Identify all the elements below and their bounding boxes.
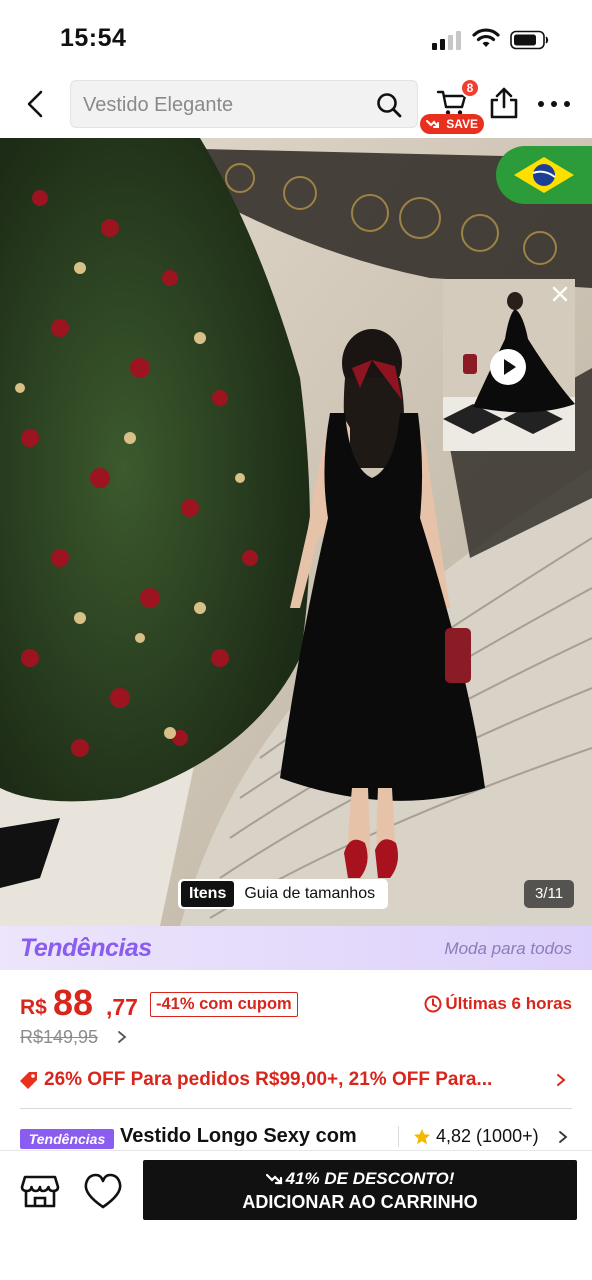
brand-tagline: Moda para todos	[444, 939, 572, 958]
more-options-icon[interactable]	[536, 90, 572, 118]
add-to-cart-button[interactable]: 41% DE DESCONTO! ADICIONAR AO CARRINHO	[143, 1160, 577, 1220]
signal-icon	[432, 30, 462, 50]
brand-banner[interactable]: Tendências Moda para todos	[0, 926, 592, 970]
rating-count: (1000+)	[476, 1126, 539, 1146]
discount-badge: -41% com cupom	[150, 992, 298, 1017]
cta-discount-line: 41% DE DESCONTO!	[143, 1169, 577, 1189]
countdown-timer: Últimas 6 horas	[424, 994, 572, 1014]
price-currency: R$	[20, 996, 47, 1019]
search-query: Vestido Elegante	[83, 94, 234, 116]
brand-logo: Tendências	[20, 934, 152, 962]
coupon-row[interactable]: 26% OFF Para pedidos R$99,00+, 21% OFF P…	[20, 1066, 572, 1096]
save-label: SAVE	[446, 117, 478, 131]
search-icon[interactable]	[375, 91, 403, 119]
clock-icon	[424, 995, 442, 1013]
status-bar: 15:54	[0, 0, 592, 76]
tag-icon	[20, 1072, 37, 1089]
tab-size-guide[interactable]: Guia de tamanhos	[234, 885, 385, 903]
cart-button[interactable]: 8 SAVE	[420, 76, 486, 136]
battery-icon	[510, 30, 549, 50]
price-integer: 88	[53, 982, 94, 1023]
brand-badge: Tendências	[20, 1129, 114, 1149]
chevron-right-icon[interactable]	[116, 1030, 128, 1044]
flag-graphic	[514, 157, 574, 193]
bottom-action-bar: 41% DE DESCONTO! ADICIONAR AO CARRINHO	[0, 1150, 592, 1280]
price-decimal: ,77	[106, 994, 138, 1020]
coupon-text: 26% OFF Para pedidos R$99,00+, 21% OFF P…	[44, 1069, 493, 1090]
back-icon[interactable]	[20, 88, 52, 120]
rating-value: 4,82	[436, 1126, 472, 1146]
gallery-tabs: Itens Guia de tamanhos	[178, 879, 389, 909]
share-icon[interactable]	[488, 86, 520, 120]
chevron-right-icon[interactable]	[556, 1073, 566, 1087]
status-time: 15:54	[60, 24, 127, 52]
trend-down-icon	[426, 120, 439, 128]
play-icon	[504, 359, 516, 375]
product-photo	[0, 138, 592, 926]
star-icon	[414, 1128, 430, 1144]
cart-count-badge: 8	[460, 78, 480, 98]
divider	[20, 1108, 572, 1109]
product-image-gallery[interactable]: Itens Guia de tamanhos 3/11	[0, 138, 592, 926]
save-badge: SAVE	[420, 114, 484, 134]
search-input[interactable]: Vestido Elegante	[70, 80, 418, 128]
search-header: Vestido Elegante 8 SAVE	[0, 76, 592, 138]
cta-discount-text: 41% DE DESCONTO!	[285, 1169, 455, 1188]
tab-items[interactable]: Itens	[181, 881, 235, 907]
video-thumbnail[interactable]	[443, 279, 575, 451]
heart-icon[interactable]	[82, 1171, 124, 1211]
timer-text: Últimas 6 horas	[445, 994, 572, 1013]
original-price[interactable]: R$149,95	[20, 1027, 98, 1048]
chevron-right-icon[interactable]	[558, 1130, 568, 1144]
wifi-icon	[472, 28, 500, 47]
brazil-flag-icon[interactable]	[496, 146, 592, 204]
image-counter: 3/11	[524, 880, 574, 908]
rating[interactable]: 4,82 (1000+)	[398, 1126, 539, 1147]
play-button[interactable]	[490, 349, 526, 385]
product-title-row: Tendências Vestido Longo Sexy com 4,82 (…	[20, 1120, 572, 1150]
store-icon[interactable]	[20, 1171, 60, 1211]
close-icon[interactable]	[549, 283, 571, 305]
product-title[interactable]: Vestido Longo Sexy com	[120, 1125, 357, 1148]
price-row: R$ 88 ,77 -41% com cupom Últimas 6 horas	[20, 982, 572, 1028]
trend-down-icon	[265, 1173, 282, 1185]
cta-label: ADICIONAR AO CARRINHO	[242, 1192, 478, 1212]
